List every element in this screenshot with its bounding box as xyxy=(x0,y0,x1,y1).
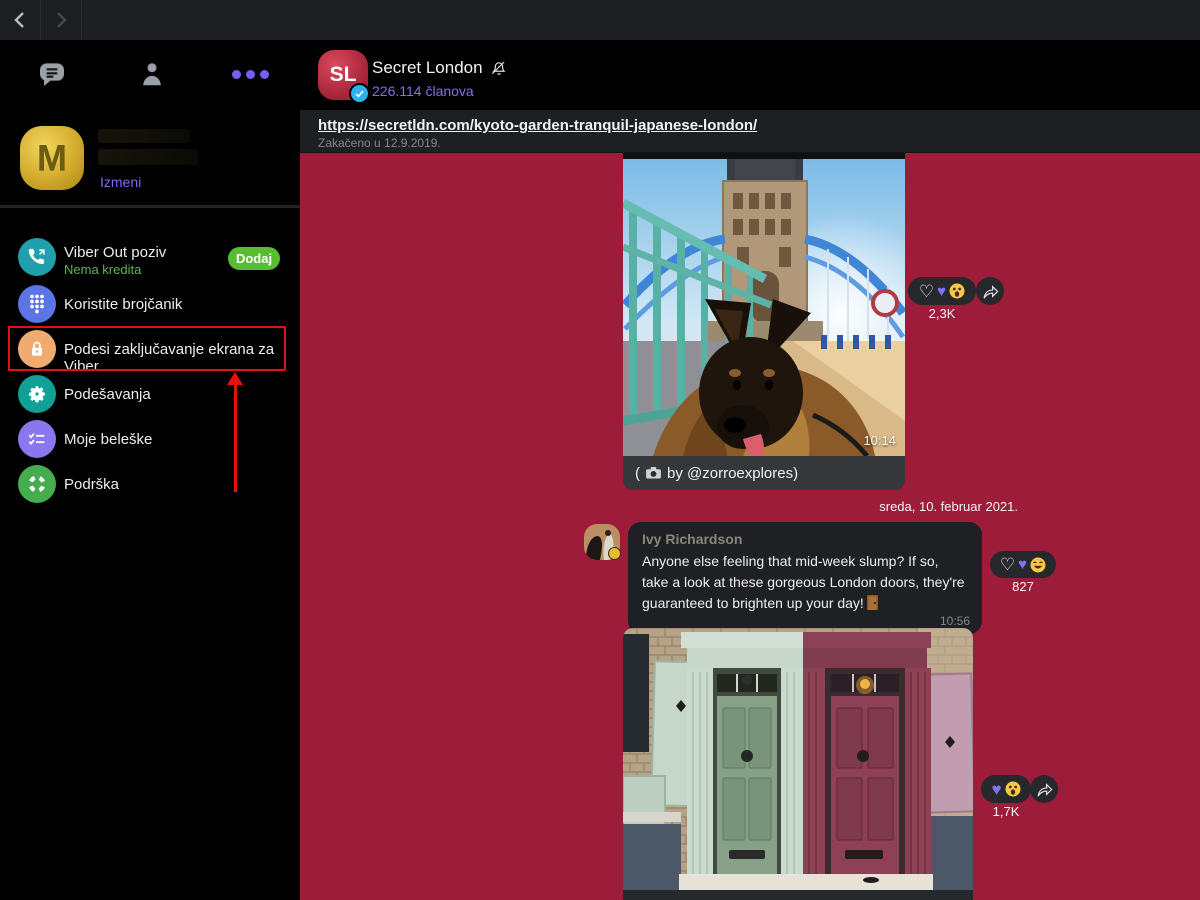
menu-item-settings[interactable]: Podešavanja xyxy=(0,375,300,420)
reaction-count: 2,3K xyxy=(908,306,976,321)
reaction-count: 827 xyxy=(990,579,1056,594)
sender-name: Ivy Richardson xyxy=(642,531,968,547)
tab-more[interactable] xyxy=(232,56,268,92)
pinned-link[interactable]: https://secretldn.com/kyoto-garden-tranq… xyxy=(318,117,757,134)
annotation-arrow-line xyxy=(234,384,237,492)
redacted-name-line xyxy=(98,129,190,143)
edit-profile-link[interactable]: Izmeni xyxy=(100,174,141,190)
wow-face-icon xyxy=(949,283,965,299)
door-icon xyxy=(866,595,879,610)
caption-text: by @zorroexplores) xyxy=(667,465,798,482)
caption-text: ( xyxy=(635,465,640,482)
purple-heart-icon: ♥ xyxy=(1018,557,1027,572)
chat-title[interactable]: Secret London xyxy=(372,58,506,78)
menu-label: Podrška xyxy=(64,476,119,493)
gear-icon xyxy=(18,375,56,413)
chat-bubble-icon xyxy=(36,58,68,90)
menu-item-dialpad[interactable]: Koristite brojčanik xyxy=(0,285,300,330)
window-topbar xyxy=(0,0,1200,40)
forward-arrow-icon xyxy=(1036,782,1053,797)
photo-message-dog[interactable]: 10:14 xyxy=(623,153,905,456)
forward-arrow-icon xyxy=(982,284,999,299)
person-icon xyxy=(137,59,167,89)
add-credit-button[interactable]: Dodaj xyxy=(228,247,280,270)
life-ring-icon xyxy=(18,465,56,503)
channel-avatar-initials: SL xyxy=(330,63,357,87)
menu-label: Viber Out poziv xyxy=(64,244,166,261)
menu-label: Podešavanja xyxy=(64,386,151,403)
checklist-icon xyxy=(18,420,56,458)
muted-bell-icon xyxy=(490,60,506,76)
reactions-pill[interactable]: ♡ ♥ xyxy=(908,277,976,305)
share-button[interactable] xyxy=(976,277,1004,305)
annotation-box xyxy=(8,326,286,371)
back-button[interactable] xyxy=(0,0,41,40)
my-avatar[interactable]: M xyxy=(20,126,84,190)
menu-label: Moje beleške xyxy=(64,431,152,448)
chevron-right-icon xyxy=(53,11,69,29)
heart-outline-icon: ♡ xyxy=(1000,556,1015,573)
three-dots-icon xyxy=(232,70,269,79)
photo-message-doors[interactable] xyxy=(623,628,973,890)
verified-badge-icon xyxy=(349,83,370,104)
avatar-badge xyxy=(608,547,621,560)
message-time: 10:14 xyxy=(863,433,896,448)
forward-button[interactable] xyxy=(41,0,82,40)
london-doors-photo xyxy=(623,628,973,890)
sidebar-divider xyxy=(0,205,300,208)
member-count: 226.114 članova xyxy=(372,83,474,99)
photo-caption-cropped xyxy=(623,890,973,900)
photo-caption[interactable]: ( by @zorroexplores) xyxy=(623,456,905,490)
chat-title-text: Secret London xyxy=(372,58,483,78)
reactions-pill[interactable]: ♡ ♥ xyxy=(990,551,1056,578)
menu-item-my-notes[interactable]: Moje beleške xyxy=(0,420,300,465)
tab-chats[interactable] xyxy=(34,56,70,92)
camera-icon xyxy=(646,467,661,479)
laugh-face-icon xyxy=(1030,557,1046,573)
menu-label: Koristite brojčanik xyxy=(64,296,182,313)
redacted-name-line xyxy=(98,149,198,165)
credit-status: Nema kredita xyxy=(64,262,141,277)
purple-heart-icon: ♥ xyxy=(991,781,1001,798)
viber-app-window: M Izmeni Viber Out poziv Nema kredita Do… xyxy=(0,0,1200,900)
message-time: 10:56 xyxy=(940,614,970,628)
heart-outline-icon: ♡ xyxy=(919,283,934,300)
text-message-bubble[interactable]: Ivy Richardson Anyone else feeling that … xyxy=(628,522,982,634)
menu-item-support[interactable]: Podrška xyxy=(0,465,300,510)
menu-item-viber-out[interactable]: Viber Out poziv Nema kredita Dodaj xyxy=(0,238,300,283)
pinned-note: Zakačeno u 12.9.2019. xyxy=(318,136,441,150)
reactions-pill[interactable]: ♥ xyxy=(981,775,1031,803)
reaction-count: 1,7K xyxy=(981,804,1031,819)
purple-heart-icon: ♥ xyxy=(937,284,946,299)
wow-face-icon xyxy=(1005,781,1021,797)
tab-contacts[interactable] xyxy=(134,56,170,92)
dog-tower-bridge-photo xyxy=(623,153,905,456)
dialpad-icon xyxy=(18,285,56,323)
message-text: Anyone else feeling that mid-week slump?… xyxy=(642,551,968,614)
chevron-left-icon xyxy=(12,11,28,29)
avatar-monogram: M xyxy=(37,137,67,179)
viber-out-phone-icon xyxy=(18,238,56,276)
share-button[interactable] xyxy=(1030,775,1058,803)
date-divider: sreda, 10. februar 2021. xyxy=(758,499,1018,514)
